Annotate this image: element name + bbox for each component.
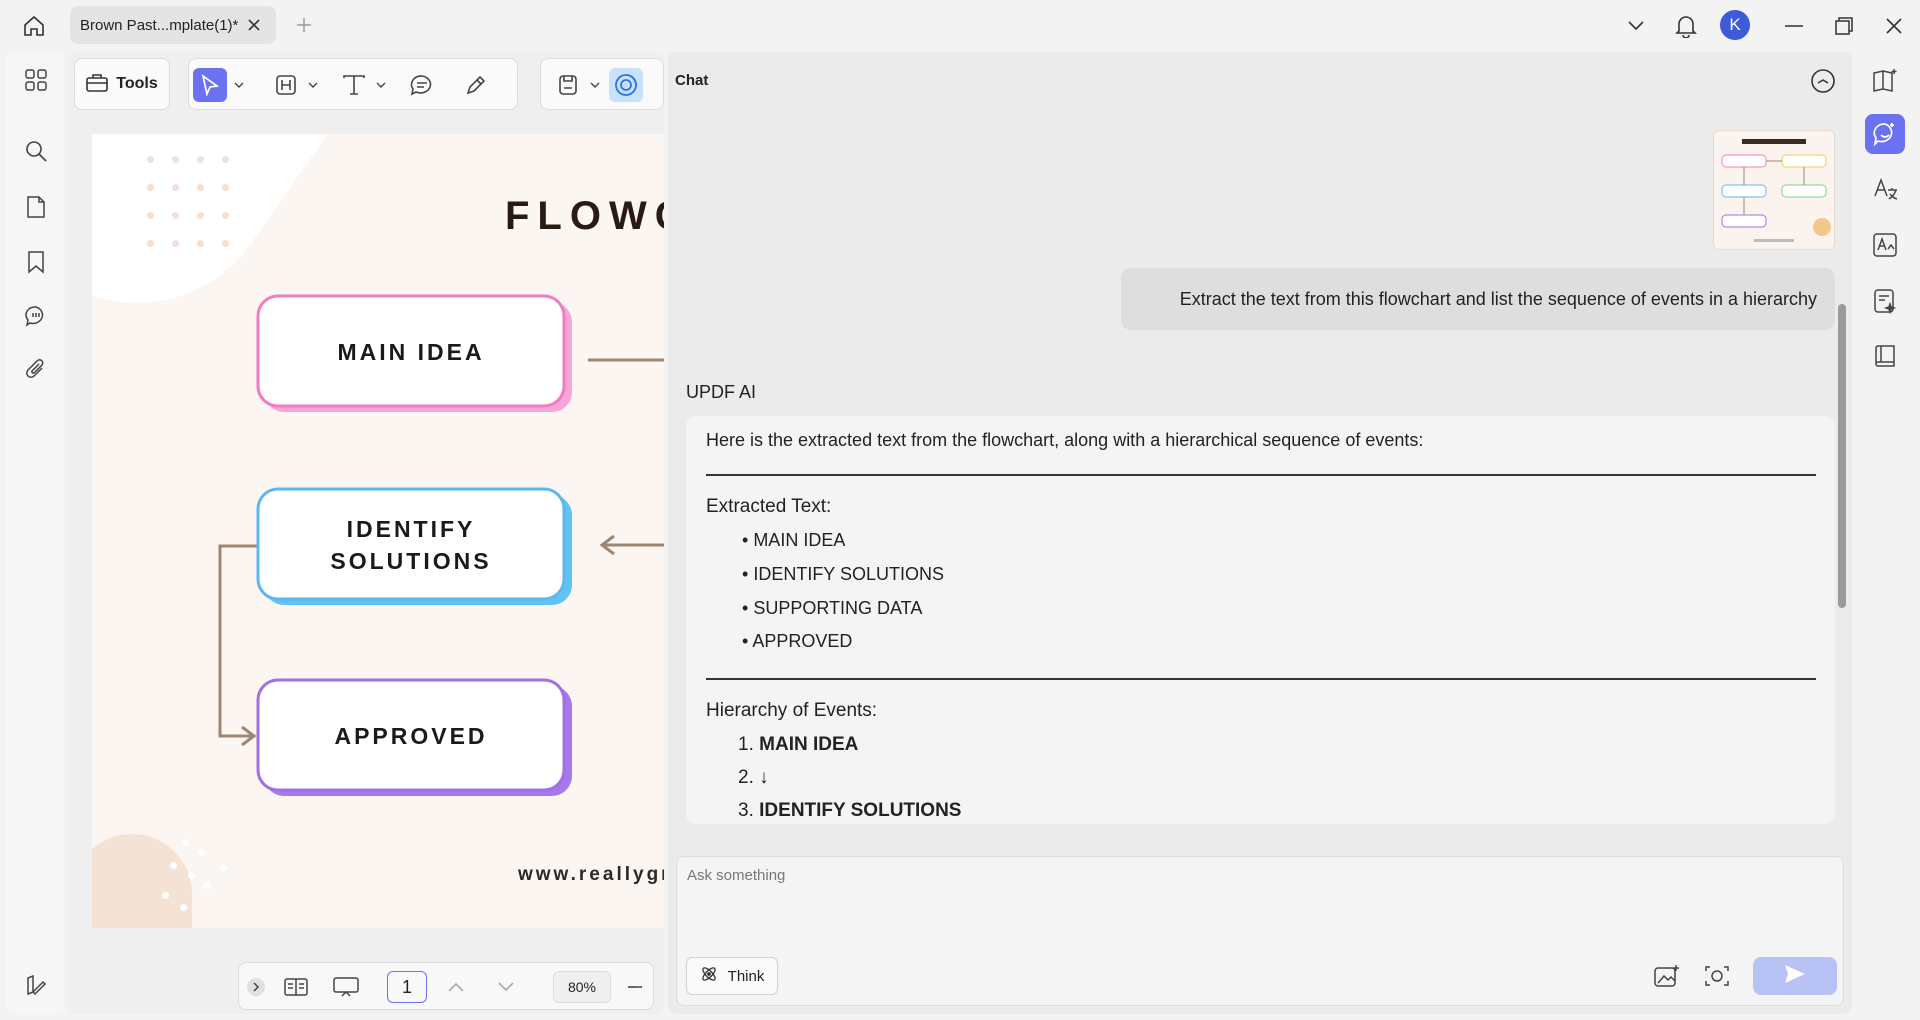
page-number-input[interactable]: 1 [387,971,427,1003]
ai-response: Here is the extracted text from the flow… [686,416,1835,824]
chevron-down-icon[interactable] [307,79,319,91]
atom-icon [700,965,718,987]
list-item: 1. MAIN IDEA [738,734,858,756]
layers-icon[interactable] [21,970,51,1000]
previous-page-icon[interactable] [441,971,471,1003]
list-item: • IDENTIFY SOLUTIONS [742,564,944,585]
divider [706,474,1816,476]
pdf-page[interactable]: FLOWC MAIN IDEA IDENTIFY SOLUTIONS APPRO… [92,134,664,928]
chevron-down-icon[interactable] [375,79,387,91]
flowchart-box-main-idea: MAIN IDEA [259,297,563,407]
screenshot-icon[interactable] [1702,961,1732,991]
chevron-down-icon[interactable] [589,79,601,91]
send-icon [1784,964,1806,989]
chat-title: Chat [675,72,708,89]
ai-reader-icon[interactable] [1868,63,1902,97]
reading-mode-icon[interactable] [281,971,311,1003]
hierarchy-heading: Hierarchy of Events: [706,700,877,722]
ai-sender-label: UPDF AI [686,382,756,403]
list-item: • APPROVED [742,631,852,652]
chat-scrollbar[interactable] [1838,304,1846,608]
list-item: • MAIN IDEA [742,530,845,551]
toolbox-icon [86,72,108,97]
send-button[interactable] [1753,957,1837,995]
ai-summary-icon[interactable] [1868,284,1902,318]
add-tab-icon[interactable] [292,13,316,37]
divider [706,678,1816,680]
extracted-text-heading: Extracted Text: [706,496,831,518]
think-button[interactable]: Think [686,957,778,995]
history-icon[interactable] [1808,66,1838,96]
close-icon[interactable] [244,15,264,35]
avatar[interactable]: K [1720,10,1750,40]
presentation-icon[interactable] [331,971,361,1003]
flowchart-url: www.reallygr [518,864,664,886]
flowchart-box-approved: APPROVED [259,681,563,791]
minimize-icon[interactable] [1778,10,1810,42]
book-icon[interactable] [1868,340,1902,374]
attachment-icon[interactable] [21,355,51,385]
thumbnails-icon[interactable] [21,65,51,95]
edit-tools-group [188,58,518,110]
ai-response-intro: Here is the extracted text from the flow… [706,430,1423,451]
page-navigation-bar: 1 80% [238,962,654,1010]
ai-assistant-icon[interactable] [609,68,643,102]
bell-icon[interactable] [1670,10,1702,42]
list-item: • SUPPORTING DATA [742,598,922,619]
ocr-icon[interactable] [1868,228,1902,262]
title-bar: Brown Past...mplate(1)* K [0,0,1920,50]
image-upload-icon[interactable] [1652,961,1682,991]
chat-input-box: Think [676,856,1844,1006]
ai-chat-icon[interactable] [1865,114,1905,154]
tools-label: Tools [116,75,157,93]
restore-icon[interactable] [1828,10,1860,42]
bookmark-icon[interactable] [21,247,51,277]
think-label: Think [728,968,765,985]
list-item: 2. ↓ [738,767,769,789]
chevron-down-icon[interactable] [1620,10,1652,42]
ai-tools-group [540,58,664,110]
zoom-out-icon[interactable] [623,971,647,1003]
translate-icon[interactable] [1868,172,1902,206]
document-panel: Tools [68,52,664,1014]
user-message: Extract the text from this flowchart and… [1121,268,1835,330]
left-sidebar [6,52,64,1014]
document-tab-title: Brown Past...mplate(1)* [80,17,238,34]
chat-input[interactable] [687,867,1827,937]
next-page-icon[interactable] [491,971,521,1003]
select-cursor-icon[interactable] [193,68,227,102]
save-icon[interactable] [551,68,585,102]
flowchart-box-identify-solutions: IDENTIFY SOLUTIONS [259,490,563,600]
chevron-down-icon[interactable] [233,79,245,91]
search-icon[interactable] [21,136,51,166]
text-icon[interactable] [337,68,371,102]
comments-icon[interactable] [21,301,51,331]
document-toolbar: Tools [68,52,664,116]
chat-panel: Chat Extract the text from this flowchar… [668,52,1852,1014]
tools-button[interactable]: Tools [74,58,170,110]
pen-icon[interactable] [459,68,493,102]
page-icon[interactable] [21,192,51,222]
document-tab[interactable]: Brown Past...mplate(1)* [70,6,276,44]
list-item: 3. IDENTIFY SOLUTIONS [738,800,961,822]
close-window-icon[interactable] [1878,10,1910,42]
chevron-right-icon[interactable] [245,971,267,1003]
attached-flowchart-thumbnail[interactable] [1713,130,1835,250]
right-rail [1856,52,1914,1014]
zoom-level[interactable]: 80% [553,971,611,1003]
home-icon[interactable] [18,10,50,42]
comment-icon[interactable] [405,68,439,102]
highlight-icon[interactable] [269,68,303,102]
